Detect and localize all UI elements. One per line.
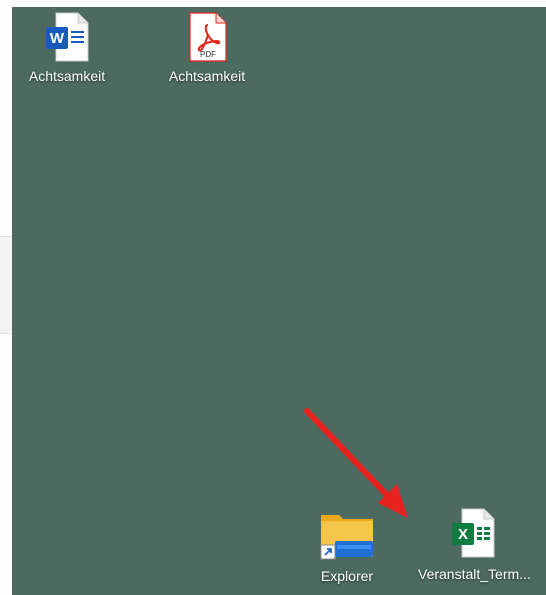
desktop-icon-label: Achtsamkeit — [28, 68, 106, 84]
desktop-icon-label: Achtsamkeit — [168, 68, 246, 84]
pdf-document-icon: PDF — [189, 12, 227, 62]
file-explorer-shortcut-icon — [320, 515, 373, 560]
svg-text:X: X — [458, 526, 468, 543]
desktop[interactable]: W Achtsamkeit PDF Achtsamkeit Explorer X… — [12, 7, 546, 595]
desktop-icon-pdf-achtsamkeit[interactable]: PDF Achtsamkeit — [152, 11, 262, 85]
desktop-icon-label: Explorer — [320, 568, 374, 584]
desktop-icon-excel-veranstalt[interactable]: X Veranstalt_Term... — [418, 505, 531, 583]
svg-text:W: W — [50, 30, 65, 47]
background-window-panel — [0, 236, 12, 334]
desktop-icon-word-achtsamkeit[interactable]: W Achtsamkeit — [12, 11, 122, 85]
desktop-icon-label: Veranstalt_Term... — [418, 566, 531, 582]
desktop-icon-explorer[interactable]: Explorer — [292, 509, 402, 585]
excel-spreadsheet-icon: X — [452, 508, 495, 558]
pdf-badge-text: PDF — [200, 50, 216, 59]
word-document-icon: W — [46, 12, 89, 62]
